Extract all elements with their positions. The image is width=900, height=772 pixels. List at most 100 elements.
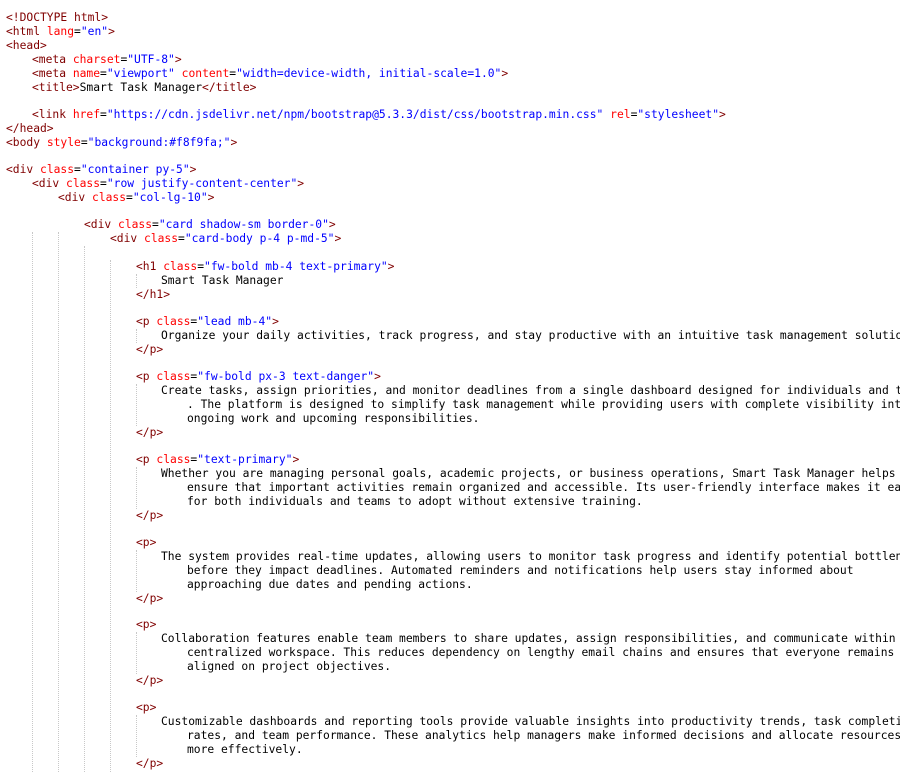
equals-token: = [197, 260, 205, 273]
tag-token: </p> [136, 592, 164, 605]
code-line: </p> [136, 674, 163, 688]
tag-token: > [292, 453, 300, 466]
indent-guide [136, 715, 137, 757]
attr-token: class [156, 260, 198, 273]
code-line: </head> [6, 122, 54, 136]
code-line: <head> [6, 39, 47, 53]
tag-token: > [108, 25, 115, 38]
tag-token: <head> [6, 39, 47, 52]
text-token: ongoing work and upcoming responsibiliti… [187, 412, 480, 425]
indent-guide [136, 632, 137, 674]
code-line: <!DOCTYPE html> [6, 11, 108, 25]
tag-token: <p> [136, 536, 157, 549]
tag-token: </p> [136, 674, 164, 687]
attr-token: class [33, 163, 75, 176]
value-token: "background:#f8f9fa;" [87, 136, 231, 149]
equals-token: = [126, 191, 133, 204]
tag-token: > [334, 232, 342, 245]
indent-guide [136, 329, 137, 343]
code-editor[interactable]: <!DOCTYPE html> <html lang="en"> <head> … [0, 0, 900, 772]
code-line: Customizable dashboards and reporting to… [161, 715, 900, 729]
code-line: </h1> [136, 288, 170, 302]
code-line: <div class="card shadow-sm border-0"> [84, 218, 336, 232]
code-line: <p class="lead mb-4"> [136, 315, 279, 329]
value-token: "row justify-content-center" [106, 177, 298, 190]
equals-token: = [152, 218, 159, 231]
attr-token: class [137, 232, 179, 245]
attr-token: charset [66, 53, 121, 66]
tag-token: > [501, 67, 509, 80]
value-token: "text-primary" [197, 453, 293, 466]
value-token: "width=device-width, initial-scale=1.0" [236, 67, 502, 80]
code-line: </p> [136, 757, 163, 771]
tag-token: <p> [136, 618, 157, 631]
text-token: rates, and team performance. These analy… [187, 729, 900, 742]
code-line: . The platform is designed to simplify t… [187, 398, 900, 412]
indent-guide [110, 260, 111, 772]
tag-token: </p> [136, 426, 164, 439]
tag-token: <meta [32, 53, 67, 66]
tag-token: > [207, 191, 215, 204]
code-line: <meta charset="UTF-8"> [32, 53, 182, 67]
equals-token: = [100, 67, 107, 80]
tag-token: <p [136, 370, 150, 383]
tag-token: </p> [136, 509, 164, 522]
code-line: more effectively. [187, 743, 303, 757]
code-line: </p> [136, 509, 163, 523]
code-line: <link href="https://cdn.jsdelivr.net/npm… [32, 108, 726, 122]
code-line: Smart Task Manager [161, 274, 283, 288]
attr-token: rel [603, 108, 631, 121]
code-line: <p> [136, 701, 156, 715]
text-token: . The platform is designed to simplify t… [187, 398, 900, 411]
code-line: <body style="background:#f8f9fa;"> [6, 136, 237, 150]
tag-token: </h1> [136, 288, 171, 301]
value-token: "en" [80, 25, 109, 38]
value-token: "fw-bold mb-4 text-primary" [204, 260, 388, 273]
text-token: before they impact deadlines. Automated … [187, 564, 854, 577]
attr-token: lang [40, 25, 75, 38]
equals-token: = [100, 108, 107, 121]
attr-token: content [174, 67, 230, 80]
text-token: Organize your daily activities, track pr… [161, 329, 900, 342]
value-token: "stylesheet" [637, 108, 719, 121]
attr-token: class [149, 315, 191, 328]
tag-token: <div [110, 232, 138, 245]
code-line: <div class="card-body p-4 p-md-5"> [110, 232, 341, 246]
code-line: before they impact deadlines. Automated … [187, 564, 854, 578]
tag-token: > [189, 163, 197, 176]
attr-token: style [40, 136, 81, 149]
indent-guide [58, 232, 59, 772]
text-token: for both individuals and teams to adopt … [187, 495, 643, 508]
code-line: </p> [136, 343, 163, 357]
indent-guide [136, 467, 137, 509]
attr-token: class [149, 453, 191, 466]
attr-token: href [66, 108, 101, 121]
code-line: rates, and team performance. These analy… [187, 729, 900, 743]
value-token: "https://cdn.jsdelivr.net/npm/bootstrap@… [106, 108, 604, 121]
attr-token: class [85, 191, 127, 204]
tag-token: <p [136, 315, 150, 328]
equals-token: = [80, 136, 88, 149]
tag-token: <div [84, 218, 112, 231]
text-token: approaching due dates and pending action… [187, 578, 473, 591]
tag-token: <html [6, 25, 41, 38]
indent-guide [136, 274, 137, 288]
tag-token: </title> [202, 81, 257, 94]
code-line: <p class="text-primary"> [136, 453, 299, 467]
text-token: Collaboration features enable team membe… [161, 632, 900, 645]
tag-token: <link [32, 108, 67, 121]
tag-token: > [719, 108, 726, 121]
tag-token: <body [6, 136, 41, 149]
tag-token: > [328, 218, 336, 231]
code-line: <meta name="viewport" content="width=dev… [32, 67, 508, 81]
text-token: centralized workspace. This reduces depe… [187, 646, 895, 659]
tag-token: </p> [136, 757, 164, 770]
equals-token: = [178, 232, 185, 245]
code-line: <html lang="en"> [6, 25, 115, 39]
code-line: <div class="col-lg-10"> [58, 191, 214, 205]
code-line: approaching due dates and pending action… [187, 578, 473, 592]
value-token: "fw-bold px-3 text-danger" [197, 370, 375, 383]
attr-token: name [66, 67, 101, 80]
attr-token: class [111, 218, 153, 231]
text-token: The system provides real-time updates, a… [161, 550, 900, 563]
